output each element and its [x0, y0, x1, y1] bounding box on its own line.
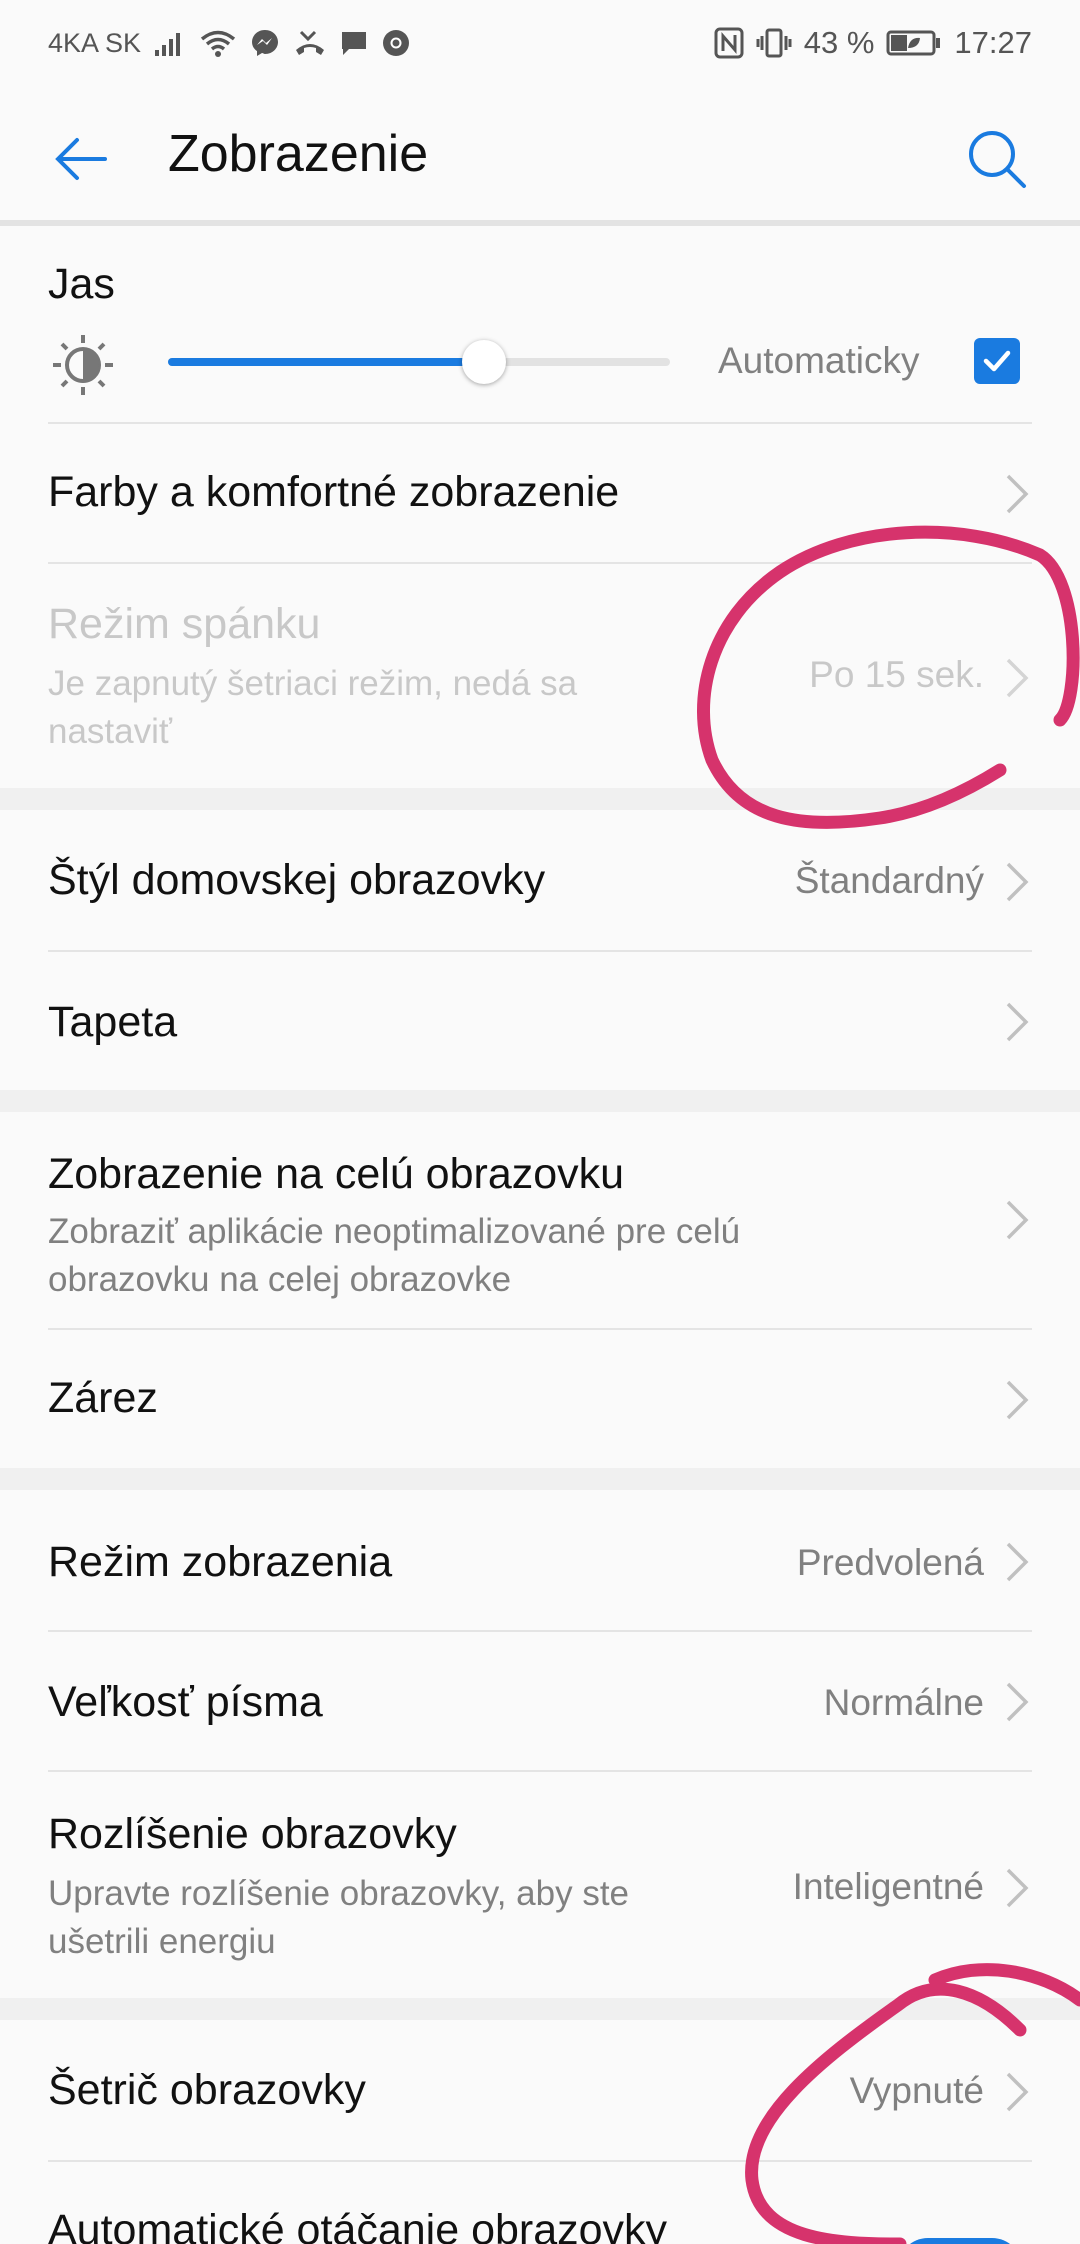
brightness-slider-fill: [168, 358, 485, 366]
row-resolution-subtitle: Upravte rozlíšenie obrazovky, aby ste uš…: [48, 1874, 630, 1961]
auto-brightness-checkbox[interactable]: [974, 338, 1020, 384]
nfc-icon: [714, 27, 744, 59]
row-sleep-title: Režim spánku: [48, 600, 321, 648]
chevron-right-icon: [1006, 474, 1029, 514]
row-screensaver-title: Šetrič obrazovky: [48, 2066, 366, 2114]
vibrate-icon: [756, 27, 792, 59]
chevron-right-icon: [1006, 658, 1029, 698]
row-display-mode-value: Predvolená: [796, 1542, 984, 1583]
chevron-right-icon: [1006, 1868, 1029, 1908]
row-wallpaper-title: Tapeta: [48, 998, 178, 1046]
chevron-right-icon: [1006, 1002, 1029, 1042]
carrier-label: 4KA SK: [48, 27, 142, 58]
row-fullscreen[interactable]: Zobrazenie na celú obrazovku Zobraziť ap…: [0, 1112, 1080, 1328]
row-fullscreen-subtitle: Zobraziť aplikácie neoptimalizované pre …: [48, 1212, 741, 1299]
row-font-size-value: Normálne: [823, 1682, 984, 1723]
brightness-slider-thumb[interactable]: [462, 340, 507, 384]
battery-percent: 43 %: [803, 25, 875, 60]
auto-brightness-label: Automaticky: [718, 340, 920, 381]
row-home-style-title: Štýl domovskej obrazovky: [48, 856, 546, 904]
chevron-right-icon: [1006, 1380, 1029, 1420]
chevron-right-icon: [1006, 2072, 1029, 2112]
row-notch[interactable]: Zárez: [0, 1330, 1080, 1468]
page-title: Zobrazenie: [168, 125, 429, 183]
brightness-title: Jas: [48, 260, 115, 308]
chevron-right-icon: [1006, 1542, 1029, 1582]
section-gap: [0, 1468, 1080, 1490]
clock: 17:27: [954, 25, 1032, 60]
section-gap: [0, 1090, 1080, 1112]
row-fullscreen-title: Zobrazenie na celú obrazovku: [48, 1150, 625, 1198]
row-resolution-title: Rozlíšenie obrazovky: [48, 1810, 457, 1858]
brightness-section: Jas: [0, 226, 1080, 422]
row-display-mode-title: Režim zobrazenia: [48, 1538, 393, 1586]
row-auto-rotate[interactable]: Automatické otáčanie obrazovky: [0, 2162, 1080, 2244]
messenger-icon: [249, 27, 281, 59]
row-resolution[interactable]: Rozlíšenie obrazovky Upravte rozlíšenie …: [0, 1772, 1080, 1998]
section-gap: [0, 788, 1080, 810]
chrome-icon: [381, 28, 411, 58]
row-colors[interactable]: Farby a komfortné zobrazenie: [0, 424, 1080, 562]
brightness-icon: [50, 332, 116, 403]
row-font-size[interactable]: Veľkosť písma Normálne: [0, 1632, 1080, 1770]
row-resolution-value: Inteligentné: [792, 1866, 984, 1907]
back-button[interactable]: [48, 126, 114, 192]
wifi-icon: [199, 28, 237, 58]
row-wallpaper[interactable]: Tapeta: [0, 952, 1080, 1090]
battery-saver-icon: [886, 28, 942, 58]
brightness-slider[interactable]: [168, 340, 670, 384]
chevron-right-icon: [1006, 862, 1029, 902]
search-icon: [969, 131, 1026, 188]
row-font-size-title: Veľkosť písma: [48, 1678, 323, 1726]
search-button[interactable]: [964, 126, 1030, 192]
row-sleep-value: Po 15 sek.: [809, 654, 984, 695]
check-icon: [983, 350, 1011, 372]
row-screensaver[interactable]: Šetrič obrazovky Vypnuté: [0, 2020, 1080, 2160]
row-home-style-value: Štandardný: [794, 860, 984, 901]
signal-icon: [153, 28, 187, 58]
row-home-style[interactable]: Štýl domovskej obrazovky Štandardný: [0, 810, 1080, 950]
section-gap: [0, 1998, 1080, 2020]
row-colors-title: Farby a komfortné zobrazenie: [48, 468, 620, 516]
missed-call-icon: [293, 28, 327, 58]
row-screensaver-value: Vypnuté: [849, 2070, 984, 2111]
app-bar: Zobrazenie: [0, 86, 1080, 222]
message-icon: [339, 28, 369, 58]
row-display-mode[interactable]: Režim zobrazenia Predvolená: [0, 1490, 1080, 1630]
row-auto-rotate-title: Automatické otáčanie obrazovky: [48, 2206, 668, 2244]
chevron-right-icon: [1006, 1682, 1029, 1722]
row-sleep[interactable]: Režim spánku Je zapnutý šetriaci režim, …: [0, 564, 1080, 788]
row-notch-title: Zárez: [48, 1374, 158, 1422]
status-bar: 4KA SK 43 % 17:27: [0, 0, 1080, 86]
chevron-right-icon: [1006, 1200, 1029, 1240]
arrow-left-icon: [55, 138, 107, 180]
row-sleep-subtitle: Je zapnutý šetriaci režim, nedá sa nasta…: [48, 664, 578, 751]
